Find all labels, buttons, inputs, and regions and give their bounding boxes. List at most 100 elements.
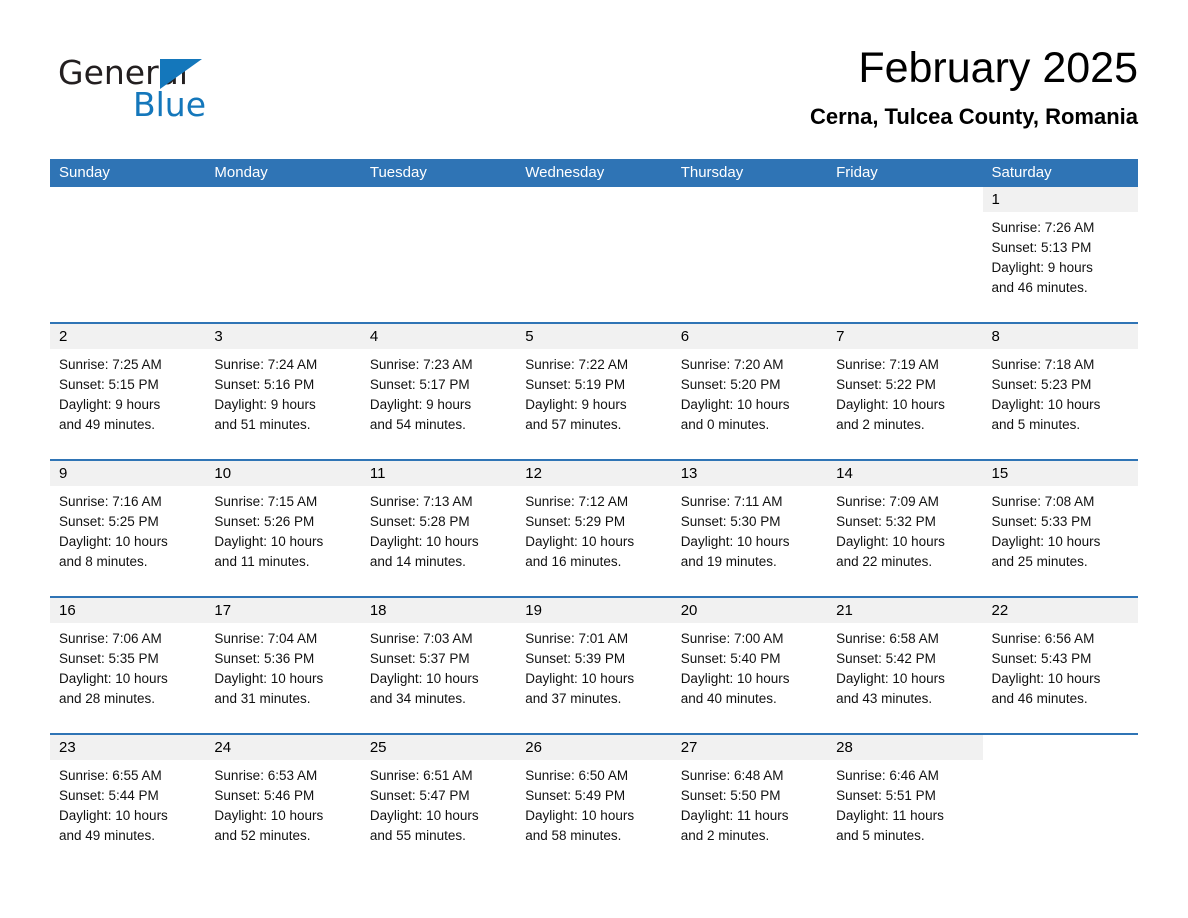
daylight-text-cont: and 55 minutes. <box>369 828 466 843</box>
day-cell-11[interactable]: 11 Sunrise: 7:13 AM Sunset: 5:28 PM Dayligh… <box>360 461 517 596</box>
day-info <box>672 212 827 226</box>
daylight-text-cont: and 54 minutes. <box>369 417 466 432</box>
calendar-page: General Blue February 2025 Cerna, Tulcea… <box>0 0 1188 918</box>
weekday-header-wednesday: Wednesday <box>525 164 605 181</box>
day-cell-21[interactable]: 21 Sunrise: 6:58 AM Sunset: 5:42 PM Dayligh… <box>827 598 983 733</box>
day-cell-12[interactable]: 12 Sunrise: 7:12 AM Sunset: 5:29 PM Dayligh… <box>516 461 672 596</box>
day-cell-23[interactable]: 23 Sunrise: 6:55 AM Sunset: 5:44 PM Dayligh… <box>50 735 206 870</box>
sunrise-text: Sunrise: 6:48 AM <box>680 768 784 783</box>
calendar-grid: Sunday Monday Tuesday Wednesday Thursday Frid… <box>50 159 1138 870</box>
daylight-text-cont: and 8 minutes. <box>59 554 148 569</box>
day-cell-22[interactable]: 22 Sunrise: 6:56 AM Sunset: 5:43 PM Dayligh… <box>982 598 1138 733</box>
day-cell-8[interactable]: 8 Sunrise: 7:18 AM Sunset: 5:23 PM Daylight… <box>982 324 1138 459</box>
day-cell-28[interactable]: 28 Sunrise: 6:46 AM Sunset: 5:51 PM Dayligh… <box>827 735 983 870</box>
day-cell-24[interactable]: 24 Sunrise: 6:53 AM Sunset: 5:46 PM Dayligh… <box>205 735 361 870</box>
day-info <box>50 212 205 226</box>
daylight-text-cont: and 46 minutes. <box>991 280 1088 295</box>
sunset-text: Sunset: 5:44 PM <box>59 788 159 803</box>
general-blue-logo[interactable]: General Blue <box>58 55 318 135</box>
day-cell-18[interactable]: 18 Sunrise: 7:03 AM Sunset: 5:37 PM Dayligh… <box>360 598 517 733</box>
day-info <box>983 760 1138 774</box>
location-subtitle: Cerna, Tulcea County, Romania <box>809 104 1138 129</box>
sunset-text: Sunset: 5:13 PM <box>991 240 1092 255</box>
daylight-text: Daylight: 10 hours <box>369 671 479 686</box>
sunrise-text: Sunrise: 7:15 AM <box>214 494 318 509</box>
day-info: Sunrise: 6:58 AM Sunset: 5:42 PM Daylight:… <box>827 623 982 717</box>
day-info: Sunrise: 6:48 AM Sunset: 5:50 PM Daylight:… <box>672 760 827 854</box>
sunset-text: Sunset: 5:19 PM <box>525 377 626 392</box>
sunrise-text: Sunrise: 7:06 AM <box>59 631 162 646</box>
day-number <box>360 187 517 212</box>
day-number: 17 <box>205 598 361 623</box>
sunset-text: Sunset: 5:39 PM <box>525 651 626 666</box>
sunrise-text: Sunrise: 7:04 AM <box>214 631 318 646</box>
day-info <box>361 212 516 226</box>
day-cell-25[interactable]: 25 Sunrise: 6:51 AM Sunset: 5:47 PM Dayligh… <box>360 735 517 870</box>
daylight-text-cont: and 40 minutes. <box>680 691 777 706</box>
daylight-text-cont: and 14 minutes. <box>369 554 466 569</box>
day-number <box>671 187 828 212</box>
day-number: 18 <box>360 598 517 623</box>
daylight-text: Daylight: 11 hours <box>836 808 944 823</box>
sunrise-text: Sunrise: 6:56 AM <box>991 631 1095 646</box>
day-cell-4[interactable]: 4 Sunrise: 7:23 AM Sunset: 5:17 PM Daylight… <box>360 324 517 459</box>
day-cell-19[interactable]: 19 Sunrise: 7:01 AM Sunset: 5:39 PM Dayligh… <box>516 598 672 733</box>
day-info: Sunrise: 6:56 AM Sunset: 5:43 PM Daylight:… <box>983 623 1138 717</box>
day-cell-16[interactable]: 16 Sunrise: 7:06 AM Sunset: 5:35 PM Dayligh… <box>50 598 206 733</box>
daylight-text-cont: and 31 minutes. <box>214 691 311 706</box>
daylight-text: Daylight: 10 hours <box>214 808 324 823</box>
day-number: 6 <box>671 324 828 349</box>
sunset-text: Sunset: 5:36 PM <box>214 651 315 666</box>
daylight-text: Daylight: 10 hours <box>59 808 168 823</box>
day-cell-6[interactable]: 6 Sunrise: 7:20 AM Sunset: 5:20 PM Daylight… <box>671 324 828 459</box>
day-number <box>982 735 1138 760</box>
day-number: 14 <box>827 461 983 486</box>
day-cell-5[interactable]: 5 Sunrise: 7:22 AM Sunset: 5:19 PM Daylight… <box>516 324 672 459</box>
daylight-text-cont: and 58 minutes. <box>525 828 622 843</box>
day-cell-17[interactable]: 17 Sunrise: 7:04 AM Sunset: 5:36 PM Dayligh… <box>205 598 361 733</box>
day-cell-10[interactable]: 10 Sunrise: 7:15 AM Sunset: 5:26 PM Dayligh… <box>205 461 361 596</box>
day-cell-2[interactable]: 2 Sunrise: 7:25 AM Sunset: 5:15 PM Daylight… <box>50 324 206 459</box>
sunrise-text: Sunrise: 7:12 AM <box>525 494 629 509</box>
sunrise-text: Sunrise: 7:19 AM <box>836 357 939 372</box>
sunset-text: Sunset: 5:32 PM <box>836 514 936 529</box>
daylight-text-cont: and 2 minutes. <box>836 417 925 432</box>
sunset-text: Sunset: 5:30 PM <box>680 514 781 529</box>
daylight-text: Daylight: 10 hours <box>680 397 790 412</box>
daylight-text: Daylight: 9 hours <box>369 397 472 412</box>
daylight-text-cont: and 43 minutes. <box>836 691 933 706</box>
day-cell-3[interactable]: 3 Sunrise: 7:24 AM Sunset: 5:16 PM Daylight… <box>205 324 361 459</box>
daylight-text: Daylight: 10 hours <box>836 671 945 686</box>
day-info: Sunrise: 7:20 AM Sunset: 5:20 PM Daylight:… <box>672 349 827 443</box>
day-cell-7[interactable]: 7 Sunrise: 7:19 AM Sunset: 5:22 PM Daylight… <box>827 324 983 459</box>
day-cell-27[interactable]: 27 Sunrise: 6:48 AM Sunset: 5:50 PM Dayligh… <box>671 735 828 870</box>
sunset-text: Sunset: 5:28 PM <box>369 514 470 529</box>
day-info: Sunrise: 7:19 AM Sunset: 5:22 PM Daylight:… <box>827 349 982 443</box>
daylight-text-cont: and 51 minutes. <box>214 417 311 432</box>
day-cell-13[interactable]: 13 Sunrise: 7:11 AM Sunset: 5:30 PM Dayligh… <box>671 461 828 596</box>
daylight-text: Daylight: 10 hours <box>525 808 635 823</box>
day-cell-1[interactable]: 1 Sunrise: 7:26 AM Sunset: 5:13 PM Daylight… <box>982 187 1138 322</box>
day-cell-empty <box>671 187 828 322</box>
day-cell-9[interactable]: 9 Sunrise: 7:16 AM Sunset: 5:25 PM Daylight… <box>50 461 206 596</box>
day-number <box>516 187 672 212</box>
sunrise-text: Sunrise: 7:20 AM <box>680 357 784 372</box>
day-info: Sunrise: 7:03 AM Sunset: 5:37 PM Daylight:… <box>361 623 516 717</box>
day-cell-15[interactable]: 15 Sunrise: 7:08 AM Sunset: 5:33 PM Dayligh… <box>982 461 1138 596</box>
day-info <box>205 212 360 226</box>
day-cell-empty <box>50 187 206 322</box>
day-info: Sunrise: 7:18 AM Sunset: 5:23 PM Daylight:… <box>983 349 1138 443</box>
day-info: Sunrise: 7:08 AM Sunset: 5:33 PM Daylight:… <box>983 486 1138 580</box>
day-cell-26[interactable]: 26 Sunrise: 6:50 AM Sunset: 5:49 PM Dayligh… <box>516 735 672 870</box>
logo-triangle-icon <box>160 59 202 89</box>
day-cell-20[interactable]: 20 Sunrise: 7:00 AM Sunset: 5:40 PM Dayligh… <box>671 598 828 733</box>
weekday-header-thursday: Thursday <box>680 164 744 181</box>
sunset-text: Sunset: 5:20 PM <box>680 377 781 392</box>
day-number: 11 <box>360 461 517 486</box>
sunset-text: Sunset: 5:43 PM <box>991 651 1092 666</box>
day-cell-14[interactable]: 14 Sunrise: 7:09 AM Sunset: 5:32 PM Dayligh… <box>827 461 983 596</box>
weekday-header-monday: Monday <box>214 164 268 181</box>
sunrise-text: Sunrise: 7:22 AM <box>525 357 629 372</box>
sunrise-text: Sunrise: 6:51 AM <box>369 768 473 783</box>
day-info: Sunrise: 7:00 AM Sunset: 5:40 PM Daylight:… <box>672 623 827 717</box>
